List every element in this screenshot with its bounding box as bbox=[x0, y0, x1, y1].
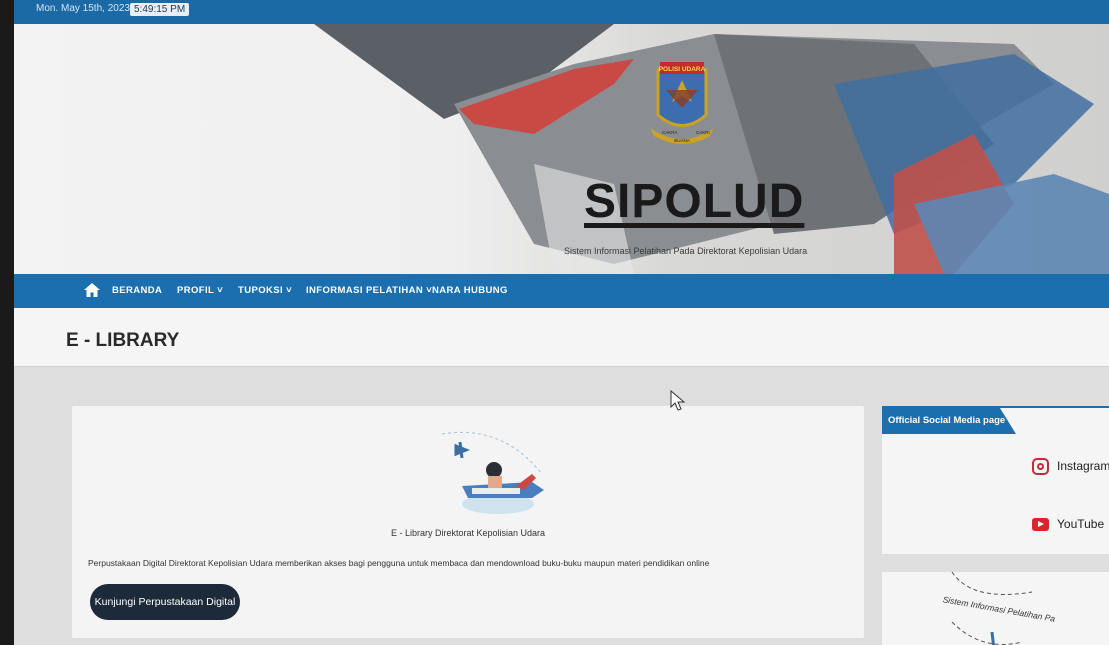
widget-title: Official Social Media page bbox=[888, 415, 1006, 426]
visit-digital-library-button[interactable]: Kunjungi Perpustakaan Digital bbox=[90, 584, 240, 620]
jet-aircraft-image bbox=[314, 24, 1109, 274]
emblem-ribbon-mid: BUANA bbox=[674, 138, 690, 143]
header-banner: POLISI UDARA CAKRA BUANA CAKRI SIPOLUD S… bbox=[14, 24, 1109, 274]
main-navigation: BERANDA PROFIL ˅ TUPOKSI ˅ INFORMASI PEL… bbox=[14, 274, 1109, 308]
instagram-label: Instagram bbox=[1057, 459, 1109, 473]
page-header: E - LIBRARY bbox=[14, 308, 1109, 367]
site-tagline: Sistem Informasi Pelatihan Pada Direktor… bbox=[564, 246, 808, 256]
social-media-widget: Official Social Media page Instagram You… bbox=[882, 406, 1109, 554]
page-title: E - LIBRARY bbox=[66, 330, 180, 351]
emblem-top-text: POLISI UDARA bbox=[659, 66, 706, 73]
mouse-cursor-icon bbox=[670, 390, 686, 411]
nav-item-profil[interactable]: PROFIL ˅ bbox=[177, 285, 223, 296]
time-badge: 5:49:15 PM bbox=[130, 3, 190, 16]
library-caption: E - Library Direktorat Kepolisian Udara bbox=[390, 528, 546, 538]
e-library-card: E - Library Direktorat Kepolisian Udara … bbox=[72, 406, 864, 638]
instagram-icon bbox=[1032, 457, 1049, 475]
polisi-udara-emblem: POLISI UDARA CAKRA BUANA CAKRI bbox=[648, 60, 716, 148]
emblem-ribbon-left: CAKRA bbox=[662, 130, 678, 135]
instagram-link[interactable]: Instagram bbox=[1032, 456, 1109, 476]
home-icon[interactable] bbox=[84, 283, 100, 297]
nav-item-beranda[interactable]: BERANDA bbox=[112, 285, 162, 296]
secondary-widget: Sistem Informasi Pelatihan Pa bbox=[882, 572, 1109, 645]
top-bar: Mon. May 15th, 2023 5:49:15 PM bbox=[14, 0, 1109, 24]
library-plane-illustration bbox=[432, 424, 562, 520]
nav-item-nara-hubung[interactable]: NARA HUBUNG bbox=[432, 285, 508, 296]
library-description: Perpustakaan Digital Direktorat Kepolisi… bbox=[88, 558, 710, 568]
youtube-label: YouTube bbox=[1057, 517, 1105, 531]
browser-screen: Mon. May 15th, 2023 5:49:15 PM POLISI UD… bbox=[14, 0, 1109, 645]
youtube-icon bbox=[1032, 517, 1049, 531]
nav-item-tupoksi[interactable]: TUPOKSI ˅ bbox=[238, 285, 292, 296]
widget-title-tab: Official Social Media page bbox=[882, 408, 1016, 434]
youtube-link[interactable]: YouTube bbox=[1032, 514, 1104, 534]
date-text: Mon. May 15th, 2023 bbox=[36, 3, 130, 14]
emblem-ribbon-right: CAKRI bbox=[696, 130, 710, 135]
nav-item-informasi-pelatihan[interactable]: INFORMASI PELATIHAN ˅ bbox=[306, 285, 432, 296]
site-title[interactable]: SIPOLUD bbox=[584, 174, 804, 229]
